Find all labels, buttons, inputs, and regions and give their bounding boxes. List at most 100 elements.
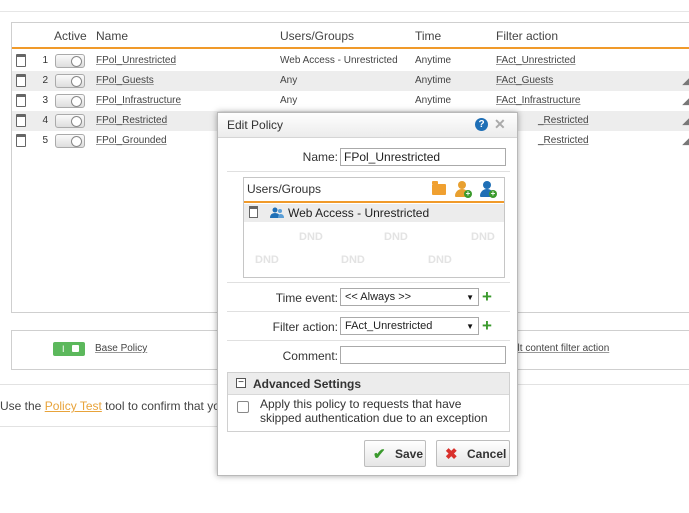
policy-name-link[interactable]: FPol_Restricted bbox=[96, 115, 167, 126]
trash-icon[interactable] bbox=[16, 54, 26, 67]
row-number: 5 bbox=[42, 135, 48, 146]
users-groups-title: Users/Groups bbox=[247, 182, 322, 196]
filter-action-value: FAct_Unrestricted bbox=[345, 320, 433, 332]
dnd-watermark: DND bbox=[471, 231, 495, 243]
base-policy-link[interactable]: Base Policy bbox=[95, 343, 147, 354]
dnd-watermark: DND bbox=[255, 254, 279, 266]
policy-name-link[interactable]: FPol_Unrestricted bbox=[96, 55, 176, 66]
row-number: 4 bbox=[42, 115, 48, 126]
advanced-settings-header[interactable]: − Advanced Settings bbox=[228, 373, 509, 395]
advanced-settings-title: Advanced Settings bbox=[253, 377, 362, 391]
edit-policy-dialog: Edit Policy ? ✕ Name: Users/Groups + + W… bbox=[217, 112, 518, 476]
drag-handle-icon[interactable]: ◢ bbox=[682, 116, 689, 127]
users-groups-cell: Web Access - Unrestricted bbox=[280, 55, 398, 66]
trash-icon[interactable] bbox=[249, 206, 258, 218]
trash-icon[interactable] bbox=[16, 134, 26, 147]
policy-test-tip: Use the Policy Test tool to confirm that… bbox=[0, 399, 220, 413]
dropdown-caret-icon: ▼ bbox=[466, 293, 474, 302]
add-time-event-icon[interactable]: + bbox=[482, 288, 492, 305]
active-toggle[interactable] bbox=[55, 54, 85, 68]
table-row: 1 FPol_Unrestricted Web Access - Unrestr… bbox=[12, 51, 689, 71]
name-field[interactable] bbox=[340, 148, 506, 166]
skipped-auth-checkbox[interactable] bbox=[237, 401, 249, 413]
cancel-button[interactable]: ✖ Cancel bbox=[436, 440, 510, 467]
drag-handle-icon[interactable]: ◢ bbox=[682, 136, 689, 147]
trash-icon[interactable] bbox=[16, 114, 26, 127]
add-user-icon[interactable]: + bbox=[455, 181, 472, 198]
active-toggle[interactable] bbox=[55, 134, 85, 148]
dnd-watermark: DND bbox=[299, 231, 323, 243]
trash-icon[interactable] bbox=[16, 74, 26, 87]
time-event-value: << Always >> bbox=[345, 291, 412, 303]
filter-action-link[interactable]: _Restricted bbox=[538, 115, 589, 126]
drag-handle-icon[interactable]: ◢ bbox=[682, 76, 689, 87]
folder-icon[interactable] bbox=[432, 181, 446, 195]
users-groups-box: Users/Groups + + Web Access - Unrestrict… bbox=[243, 177, 505, 278]
time-cell: Anytime bbox=[415, 75, 452, 86]
advanced-settings-section: − Advanced Settings Apply this policy to… bbox=[227, 372, 510, 432]
row-number: 3 bbox=[42, 95, 48, 106]
policy-name-link[interactable]: FPol_Grounded bbox=[96, 135, 167, 146]
active-toggle[interactable] bbox=[55, 94, 85, 108]
default-filter-action-link[interactable]: ult content filter action bbox=[512, 343, 609, 354]
base-policy-toggle: I bbox=[53, 342, 85, 356]
table-row: 3 FPol_Infrastructure Any Anytime FAct_I… bbox=[12, 91, 689, 111]
filter-action-link[interactable]: _Restricted bbox=[538, 135, 589, 146]
header-active[interactable]: Active bbox=[54, 29, 87, 43]
filter-action-label: Filter action: bbox=[272, 320, 338, 334]
header-users[interactable]: Users/Groups bbox=[280, 29, 354, 43]
policy-name-link[interactable]: FPol_Guests bbox=[96, 75, 154, 86]
dialog-titlebar[interactable]: Edit Policy ? ✕ bbox=[218, 113, 517, 138]
dialog-title: Edit Policy bbox=[227, 118, 284, 132]
tip-prefix: Use the bbox=[0, 399, 45, 413]
divider bbox=[227, 311, 510, 312]
list-item[interactable]: Web Access - Unrestricted bbox=[244, 204, 504, 222]
add-group-icon[interactable]: + bbox=[480, 181, 497, 198]
users-groups-header: Users/Groups + + bbox=[244, 178, 504, 203]
time-event-select[interactable]: << Always >> ▼ bbox=[340, 288, 479, 306]
header-time[interactable]: Time bbox=[415, 29, 441, 43]
tip-suffix: tool to confirm that yo bbox=[101, 399, 220, 413]
save-label: Save bbox=[395, 447, 424, 461]
divider bbox=[227, 340, 510, 341]
dropdown-caret-icon: ▼ bbox=[466, 322, 474, 331]
close-icon[interactable]: ✕ bbox=[494, 116, 506, 133]
filter-action-link[interactable]: FAct_Unrestricted bbox=[496, 55, 575, 66]
comment-label: Comment: bbox=[282, 349, 338, 363]
lock-icon bbox=[72, 345, 79, 352]
help-icon[interactable]: ? bbox=[475, 118, 488, 131]
checkmark-icon: ✔ bbox=[373, 446, 386, 463]
comment-field[interactable] bbox=[340, 346, 506, 364]
table-row: 2 FPol_Guests Any Anytime FAct_Guests ◢ bbox=[12, 71, 689, 91]
divider bbox=[227, 282, 510, 283]
divider bbox=[227, 171, 510, 172]
header-filter-action[interactable]: Filter action bbox=[496, 29, 558, 43]
active-toggle[interactable] bbox=[55, 114, 85, 128]
dnd-watermark: DND bbox=[384, 231, 408, 243]
dnd-watermark: DND bbox=[341, 254, 365, 266]
skipped-auth-label: Apply this policy to requests that have … bbox=[260, 397, 488, 425]
active-toggle[interactable] bbox=[55, 74, 85, 88]
time-event-label: Time event: bbox=[275, 291, 338, 305]
policy-name-link[interactable]: FPol_Infrastructure bbox=[96, 95, 181, 106]
policy-test-link[interactable]: Policy Test bbox=[45, 399, 102, 413]
collapse-icon[interactable]: − bbox=[236, 378, 246, 388]
header-name[interactable]: Name bbox=[96, 29, 128, 43]
users-groups-cell: Any bbox=[280, 75, 298, 86]
time-cell: Anytime bbox=[415, 55, 452, 66]
cancel-label: Cancel bbox=[467, 447, 507, 461]
filter-action-link[interactable]: FAct_Infrastructure bbox=[496, 95, 580, 106]
top-divider bbox=[0, 0, 689, 12]
row-number: 1 bbox=[42, 55, 48, 66]
group-icon bbox=[270, 207, 284, 219]
users-groups-cell: Any bbox=[280, 95, 298, 106]
trash-icon[interactable] bbox=[16, 94, 26, 107]
cancel-x-icon: ✖ bbox=[445, 446, 458, 463]
name-label: Name: bbox=[302, 150, 338, 164]
drag-handle-icon[interactable]: ◢ bbox=[682, 96, 689, 107]
add-filter-action-icon[interactable]: + bbox=[482, 317, 492, 334]
row-number: 2 bbox=[42, 75, 48, 86]
save-button[interactable]: ✔ Save bbox=[364, 440, 426, 467]
filter-action-select[interactable]: FAct_Unrestricted ▼ bbox=[340, 317, 479, 335]
filter-action-link[interactable]: FAct_Guests bbox=[496, 75, 553, 86]
